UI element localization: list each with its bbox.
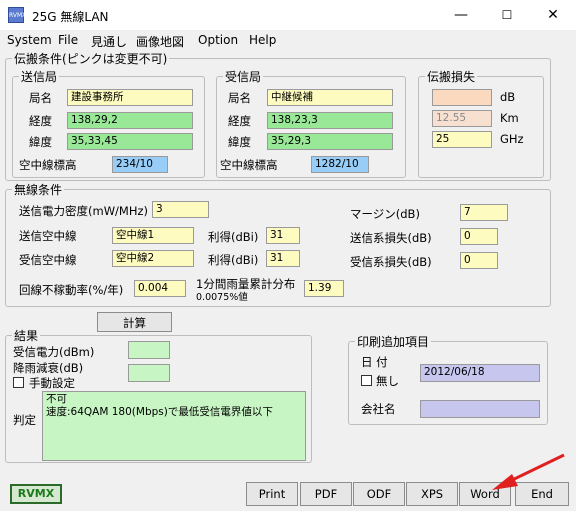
loss-km-unit: Km [500, 111, 519, 125]
menu-map[interactable]: 画像地図 [136, 33, 184, 50]
menu-bar: System File 見通し 画像地図 Option Help [0, 30, 576, 50]
judgement-box: 不可 速度:64QAM 180(Mbps)で最低受信電界値以下 [42, 391, 306, 461]
tx-power-label: 送信電力密度(mW/MHz) [19, 204, 149, 218]
print-button[interactable]: Print [246, 482, 298, 506]
company-field[interactable] [420, 400, 540, 418]
rx-antenna-field[interactable]: 空中線2 [112, 250, 194, 267]
path-loss-title: 伝搬損失 [427, 70, 476, 84]
tx-loss-field[interactable]: 0 [460, 228, 498, 245]
rx-antenna-label: 受信空中線 [19, 253, 77, 267]
loss-ghz-unit: GHz [500, 132, 524, 146]
menu-file[interactable]: File [58, 33, 78, 47]
rx-height-label: 空中線標高 [220, 158, 278, 172]
tx-lon-field[interactable]: 138,29,2 [67, 112, 193, 129]
close-button[interactable]: ✕ [530, 0, 576, 30]
outage-label: 回線不稼動率(%/年) [19, 283, 124, 297]
xps-button[interactable]: XPS [406, 482, 458, 506]
judgement-line: 不可 [46, 393, 67, 405]
loss-km-field: 12.55 [432, 110, 492, 127]
tx-lat-field[interactable]: 35,33,45 [67, 133, 193, 150]
tx-lat-label: 緯度 [29, 135, 52, 149]
rx-loss-field[interactable]: 0 [460, 252, 498, 269]
rvmx-logo: RVMX [10, 484, 62, 504]
title-bar: RVMX 25G 無線LAN — ☐ ✕ [0, 0, 576, 30]
no-date-label: 無し [376, 374, 399, 388]
judgement-line: 速度:64QAM 180(Mbps)で最低受信電界値以下 [46, 406, 273, 418]
tx-power-field[interactable]: 3 [152, 201, 209, 218]
outage-field[interactable]: 0.004 [134, 280, 186, 297]
rx-name-field[interactable]: 中継候補 [267, 89, 393, 106]
no-date-checkbox[interactable] [361, 375, 372, 386]
rx-power-label: 受信電力(dBm) [13, 345, 95, 359]
manual-setting-label: 手動設定 [29, 376, 75, 390]
tx-height-field[interactable]: 234/10 [112, 156, 168, 173]
date-field[interactable]: 2012/06/18 [420, 364, 540, 382]
menu-view[interactable]: 見通し [91, 33, 127, 50]
window-title: 25G 無線LAN [32, 10, 109, 24]
margin-field[interactable]: 7 [460, 204, 508, 221]
loss-db-field [432, 89, 492, 106]
tx-name-label: 局名 [29, 91, 52, 105]
tx-station-title: 送信局 [21, 70, 58, 84]
loss-db-unit: dB [500, 90, 516, 104]
print-extra-title: 印刷追加項目 [357, 335, 430, 349]
menu-help[interactable]: Help [249, 33, 276, 47]
tx-antenna-field[interactable]: 空中線1 [112, 227, 194, 244]
rain-atten-label: 降雨減衰(dB) [13, 361, 84, 375]
odf-button[interactable]: ODF [353, 482, 405, 506]
tx-gain-label: 利得(dBi) [208, 230, 259, 244]
red-arrow-icon [492, 453, 565, 490]
tx-loss-label: 送信系損失(dB) [350, 231, 432, 245]
rain-atten-field [128, 364, 170, 382]
rx-gain-field[interactable]: 31 [266, 250, 300, 267]
rain-sub-label: 0.0075%値 [196, 292, 248, 303]
propagation-title: 伝搬条件(ピンクは変更不可) [14, 52, 168, 66]
result-title: 結果 [14, 329, 39, 343]
judgement-label: 判定 [13, 413, 36, 427]
rx-loss-label: 受信系損失(dB) [350, 255, 432, 269]
rx-lon-label: 経度 [228, 114, 251, 128]
rx-height-field[interactable]: 1282/10 [311, 156, 369, 173]
loss-ghz-field[interactable]: 25 [432, 131, 492, 148]
pdf-button[interactable]: PDF [300, 482, 352, 506]
tx-antenna-label: 送信空中線 [19, 229, 77, 243]
tx-name-field[interactable]: 建設事務所 [67, 89, 193, 106]
rx-power-field [128, 341, 170, 359]
margin-label: マージン(dB) [350, 207, 420, 221]
minimize-button[interactable]: — [438, 0, 484, 30]
rx-lat-field[interactable]: 35,29,3 [267, 133, 393, 150]
rx-lon-field[interactable]: 138,23,3 [267, 112, 393, 129]
app-icon: RVMX [8, 7, 26, 23]
rx-station-title: 受信局 [225, 70, 262, 84]
rain-field[interactable]: 1.39 [304, 280, 344, 297]
manual-setting-checkbox[interactable] [13, 377, 24, 388]
tx-height-label: 空中線標高 [19, 158, 77, 172]
rx-lat-label: 緯度 [228, 135, 251, 149]
company-label: 会社名 [361, 402, 396, 416]
tx-lon-label: 経度 [29, 114, 52, 128]
rx-name-label: 局名 [228, 91, 251, 105]
maximize-button[interactable]: ☐ [484, 0, 530, 30]
tx-gain-field[interactable]: 31 [266, 227, 300, 244]
menu-option[interactable]: Option [198, 33, 238, 47]
rx-gain-label: 利得(dBi) [208, 253, 259, 267]
menu-system[interactable]: System [7, 33, 52, 47]
date-label: 日 付 [361, 355, 388, 369]
radio-title: 無線条件 [14, 183, 63, 197]
